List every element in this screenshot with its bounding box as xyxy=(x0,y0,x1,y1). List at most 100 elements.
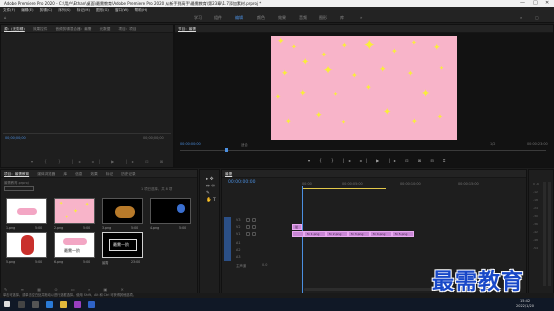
menu-clip[interactable]: 剪辑(C) xyxy=(40,8,53,12)
pink-capsule xyxy=(63,238,87,245)
home-icon[interactable]: ⌂ xyxy=(4,13,7,23)
tab-effects[interactable]: 效果 xyxy=(91,172,98,176)
file-explorer-icon[interactable] xyxy=(60,301,67,308)
close-button[interactable]: ✕ xyxy=(545,0,549,7)
lock-toggle[interactable] xyxy=(246,225,250,229)
workspace-libraries[interactable]: 库 xyxy=(340,13,344,23)
tab-history[interactable]: 历史记录 xyxy=(121,172,135,176)
media-thumbnail[interactable] xyxy=(150,198,191,224)
program-timecode[interactable]: 00:00:00:00 xyxy=(180,142,201,146)
tab-program[interactable]: 节目：最需 xyxy=(178,27,196,31)
notification-icon[interactable]: ▢ xyxy=(535,13,539,23)
timeline-clip[interactable] xyxy=(292,231,304,237)
taskbar-date: 2022/1/20 xyxy=(516,304,534,308)
menu-edit[interactable]: 编辑(E) xyxy=(21,8,33,12)
thumb-caption: 最需一阶 xyxy=(64,248,80,253)
star-icon: ✦ xyxy=(291,43,297,51)
program-quality-select[interactable]: 1/2 xyxy=(490,142,495,146)
media-duration: 23:00 xyxy=(131,260,141,264)
track-a3[interactable]: A3 xyxy=(236,255,240,259)
tab-media-browser[interactable]: 媒体浏览器 xyxy=(37,172,55,176)
opera-mask-graphic xyxy=(21,235,34,255)
timeline-clip[interactable]: fx 5.png xyxy=(392,231,414,237)
timeline-clip[interactable]: 最 xyxy=(292,224,302,230)
track-v1[interactable]: V1 xyxy=(236,232,240,236)
workspace-effects[interactable]: 效果 xyxy=(278,13,286,23)
media-thumbnail[interactable]: ✦ ✦ ✦ ✦ xyxy=(54,198,95,224)
tab-sequence[interactable]: 最需 xyxy=(225,172,232,176)
lock-toggle[interactable] xyxy=(246,232,250,236)
media-thumbnail[interactable] xyxy=(6,232,47,258)
search-icon[interactable] xyxy=(18,301,25,308)
media-thumbnail[interactable] xyxy=(6,198,47,224)
timeline-clip[interactable]: fx 3.png xyxy=(348,231,370,237)
source-patch[interactable] xyxy=(224,217,231,261)
workspace-color[interactable]: 颜色 xyxy=(257,13,265,23)
workspace-edit[interactable]: 编辑 xyxy=(235,13,243,23)
pink-capsule xyxy=(17,208,37,215)
tab-source[interactable]: 源：(无剪辑) xyxy=(4,27,25,31)
star-icon: ✦ xyxy=(379,65,387,75)
tab-project-secondary[interactable]: 项目：项目 xyxy=(119,27,137,31)
star-icon: ✦ xyxy=(59,201,64,207)
task-view-icon[interactable] xyxy=(32,301,39,308)
star-icon: ✦ xyxy=(433,43,441,53)
ruler-tick-3: 00:00:15:00 xyxy=(458,182,479,186)
tab-markers[interactable]: 标记 xyxy=(106,172,113,176)
program-transport-controls[interactable]: ▾ { } |◂ ◂| ▶ |▸ ⊡ ⊠ ⊟ ⌗ xyxy=(308,158,449,163)
windows-taskbar: 15:42 2022/1/20 xyxy=(0,298,554,311)
tab-audio-clip-mixer[interactable]: 音频剪辑混合器：最需 xyxy=(55,27,91,31)
project-search-input[interactable] xyxy=(4,186,34,191)
track-v2[interactable]: V2 xyxy=(236,225,240,229)
track-v3[interactable]: V3 xyxy=(236,218,240,222)
timeline-playhead[interactable] xyxy=(302,186,303,294)
workspace-graphics[interactable]: 图形 xyxy=(319,13,327,23)
track-a1[interactable]: A1 xyxy=(236,241,240,245)
workspace-assembly[interactable]: 组件 xyxy=(214,13,222,23)
timeline-timecode[interactable]: 00:00:00:00 xyxy=(228,180,255,185)
tab-info[interactable]: 信息 xyxy=(75,172,82,176)
tab-effect-controls[interactable]: 效果控件 xyxy=(33,27,47,31)
workspace-audio[interactable]: 音频 xyxy=(299,13,307,23)
media-thumbnail-selected[interactable]: 最需一阶 xyxy=(102,232,143,258)
word-icon[interactable] xyxy=(88,301,95,308)
lock-toggle[interactable] xyxy=(246,218,250,222)
more-workspaces-icon[interactable]: » xyxy=(360,13,362,23)
maximize-button[interactable]: □ xyxy=(533,0,538,7)
eye-toggle[interactable] xyxy=(252,232,256,236)
eye-toggle[interactable] xyxy=(252,225,256,229)
work-area-bar[interactable] xyxy=(302,188,386,189)
tab-metadata[interactable]: 元数据 xyxy=(100,27,111,31)
menu-window[interactable]: 窗口(W) xyxy=(115,8,129,12)
timeline-clip[interactable]: fx 4.png xyxy=(370,231,392,237)
minimize-button[interactable]: — xyxy=(520,0,525,7)
premiere-icon[interactable] xyxy=(74,301,81,308)
media-thumbnail[interactable]: 最需一阶 xyxy=(54,232,95,258)
program-playhead[interactable] xyxy=(225,148,228,152)
search-icon[interactable]: ⌕ xyxy=(520,13,522,23)
menu-marker[interactable]: 标记(M) xyxy=(77,8,90,12)
star-icon: ✦ xyxy=(73,208,79,215)
windows-start-icon[interactable] xyxy=(4,301,10,307)
track-a2[interactable]: A2 xyxy=(236,248,240,252)
tool-icons[interactable]: ▸ ✥ ↔ ⬄ ✎ ✋ T xyxy=(206,176,216,204)
tab-libraries[interactable]: 库 xyxy=(63,172,67,176)
meter-scale: 0 -6 -12 -18 -24 -30 -36 -42 -48 -54 xyxy=(533,182,539,250)
source-transport-controls[interactable]: ▾ { } |◂ ◂| ▶ |▸ ⊡ ⊠ xyxy=(31,159,168,164)
star-icon: ✦ xyxy=(411,39,417,47)
menu-graphics[interactable]: 图形(G) xyxy=(96,8,109,12)
tab-project[interactable]: 项目：最需教育 xyxy=(4,172,29,176)
eye-toggle[interactable] xyxy=(252,218,256,222)
program-fit-select[interactable]: 适合 xyxy=(241,142,248,147)
program-scrub-bar[interactable] xyxy=(180,150,546,151)
menu-file[interactable]: 文件(F) xyxy=(3,8,15,12)
media-thumbnail[interactable] xyxy=(102,198,143,224)
menu-help[interactable]: 帮助(H) xyxy=(135,8,148,12)
timeline-clip[interactable]: fx 2.png xyxy=(326,231,348,237)
workspace-learn[interactable]: 学习 xyxy=(194,13,202,23)
star-icon: ✦ xyxy=(277,37,285,47)
menu-sequence[interactable]: 序列(S) xyxy=(58,8,70,12)
window-titlebar: Adobe Premiere Pro 2020 - C:\用户\Ethan\桌面… xyxy=(0,0,554,7)
timeline-clip[interactable]: fx 1.png xyxy=(304,231,326,237)
edge-icon[interactable] xyxy=(46,301,53,308)
